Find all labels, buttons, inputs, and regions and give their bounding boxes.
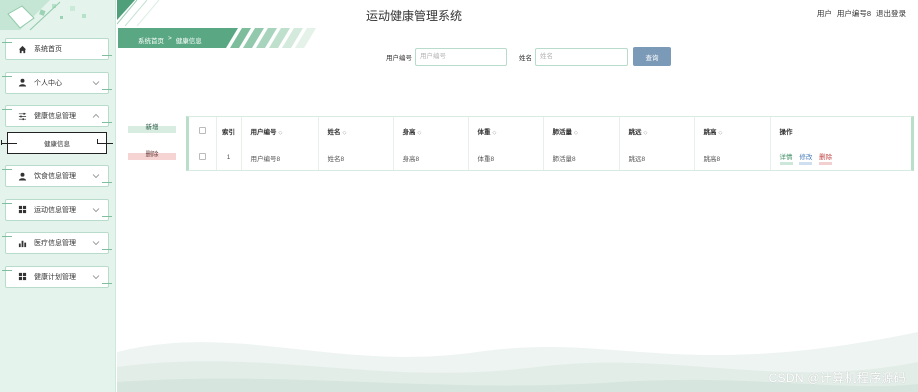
name-label: 姓名 (519, 54, 532, 62)
sidebar-item-plan[interactable]: 健康计划管理 (2, 265, 112, 288)
user-icon (18, 172, 27, 181)
cell-user-id: 用户编号8 (241, 145, 319, 170)
page-title: 运动健康管理系统 (366, 9, 463, 23)
search-form: 用户编号 姓名 查询 (386, 47, 671, 66)
sort-icon: ◇ (417, 130, 422, 136)
cell-height: 身高8 (393, 145, 469, 170)
watermark: CSDN @计算机程序源码 (768, 371, 906, 385)
col-user-id[interactable]: 用户编号 ◇ (241, 117, 319, 145)
sort-icon: ◇ (574, 130, 578, 136)
col-label: 肺活量 (552, 129, 573, 136)
user-label: 用户 (816, 9, 832, 18)
sort-icon: ◇ (718, 130, 723, 136)
breadcrumb: 系统首页 > 健康信息 (138, 35, 202, 45)
col-weight[interactable]: 体重 ◇ (468, 117, 544, 145)
select-all-checkbox[interactable] (198, 126, 206, 134)
sidebar-item-label: 健康信息管理 (34, 113, 76, 120)
sidebar-menu: 系统首页 个人中心 健康信息管理 健康信息 饮食信息管理 运动信息管理 医疗信息… (1, 38, 113, 299)
logout-link[interactable]: 退出登录 (876, 8, 906, 19)
decor-line (97, 142, 113, 144)
header-decoration (117, 0, 160, 26)
col-label: 体重 (477, 129, 491, 136)
data-table: 索引 用户编号 ◇ 姓名 ◇ 身高 ◇ 体重 ◇ 肺活量 ◇ 跳远 ◇ 跳高 ◇ 操作 1 用… (186, 116, 914, 171)
col-label: 跳高 (703, 129, 717, 136)
col-label: 身高 (402, 129, 416, 136)
search-button[interactable]: 查询 (633, 47, 671, 66)
chevron-down-icon (92, 207, 100, 212)
name-input[interactable] (535, 47, 628, 66)
sidebar-item-health[interactable]: 健康信息管理 (2, 105, 112, 127)
user-bar: 用户 用户编号8 退出登录 (817, 8, 906, 19)
select-all-cell (189, 117, 217, 145)
col-long-jump[interactable]: 跳远 ◇ (619, 117, 695, 145)
col-label: 姓名 (327, 129, 341, 136)
table-row: 1 用户编号8 姓名8 身高8 体重8 肺活量8 跳远8 跳高8 详情 修改 删… (189, 145, 911, 170)
cell-long-jump: 跳远8 (619, 145, 695, 170)
sort-icon: ◇ (643, 130, 648, 136)
user-icon (18, 78, 27, 87)
col-label: 用户编号 (250, 129, 277, 136)
chevron-down-icon (92, 80, 100, 85)
col-high-jump[interactable]: 跳高 ◇ (694, 117, 771, 145)
col-ops: 操作 (779, 129, 793, 136)
add-button[interactable]: 新增 (128, 121, 176, 133)
cell-high-jump: 跳高8 (694, 145, 771, 170)
cell-weight: 体重8 (468, 145, 544, 170)
row-checkbox[interactable] (198, 153, 206, 160)
breadcrumb-separator: > (168, 35, 172, 42)
cell-ops: 详情 修改 删除 (770, 145, 911, 170)
sidebar-item-label: 个人中心 (34, 79, 62, 87)
chevron-up-icon (92, 113, 100, 118)
sidebar-subitem-label: 健康信息 (44, 140, 70, 148)
col-name[interactable]: 姓名 ◇ (318, 117, 394, 145)
col-index: 索引 (216, 117, 242, 145)
grid-icon (18, 205, 27, 214)
breadcrumb-home[interactable]: 系统首页 (138, 35, 164, 45)
batch-delete-button[interactable]: 删除 (128, 148, 176, 160)
delete-button[interactable]: 删除 (819, 151, 833, 165)
sidebar-item-label: 健康计划管理 (34, 273, 76, 281)
col-lung[interactable]: 肺活量 ◇ (543, 117, 620, 145)
sidebar-item-label: 医疗信息管理 (34, 240, 76, 247)
breadcrumb-current: 健康信息 (175, 38, 202, 45)
detail-button[interactable]: 详情 (779, 151, 793, 165)
col-height[interactable]: 身高 ◇ (393, 117, 469, 145)
sidebar-subitem-health-info[interactable]: 健康信息 (1, 131, 113, 154)
sidebar: 系统首页 个人中心 健康信息管理 健康信息 饮食信息管理 运动信息管理 医疗信息… (0, 0, 116, 392)
sidebar-item-home[interactable]: 系统首页 (2, 38, 112, 60)
cell-index: 1 (216, 145, 242, 170)
chevron-down-icon (92, 174, 100, 179)
sort-icon: ◇ (492, 130, 497, 136)
sidebar-item-profile[interactable]: 个人中心 (2, 71, 112, 94)
user-name: 用户编号8 (836, 9, 871, 18)
sidebar-item-exercise[interactable]: 运动信息管理 (2, 198, 112, 221)
cell-lung: 肺活量8 (543, 145, 620, 170)
table-header-row: 索引 用户编号 ◇ 姓名 ◇ 身高 ◇ 体重 ◇ 肺活量 ◇ 跳远 ◇ 跳高 ◇ 操作 (189, 117, 911, 145)
home-icon (18, 45, 27, 54)
sliders-icon (18, 112, 27, 121)
chevron-down-icon (92, 241, 100, 246)
chevron-down-icon (92, 274, 100, 279)
decor-line (1, 139, 4, 145)
user-id-label: 用户编号 (386, 54, 412, 62)
sidebar-item-label: 饮食信息管理 (34, 173, 76, 180)
grid-icon (18, 272, 27, 281)
row-select-cell (189, 145, 217, 170)
sort-icon: ◇ (342, 130, 347, 136)
sidebar-logo-decoration (0, 0, 86, 31)
sidebar-item-label: 运动信息管理 (34, 206, 76, 214)
sidebar-item-medical[interactable]: 医疗信息管理 (2, 232, 112, 254)
sort-icon: ◇ (278, 130, 283, 136)
decor-line (97, 138, 100, 143)
cell-name: 姓名8 (318, 145, 394, 170)
sidebar-item-label: 系统首页 (34, 46, 62, 53)
bar-chart-icon (18, 239, 27, 248)
sidebar-item-diet[interactable]: 饮食信息管理 (2, 165, 112, 187)
col-label: 跳远 (628, 129, 642, 136)
edit-button[interactable]: 修改 (799, 151, 813, 165)
user-id-input[interactable] (415, 47, 507, 66)
